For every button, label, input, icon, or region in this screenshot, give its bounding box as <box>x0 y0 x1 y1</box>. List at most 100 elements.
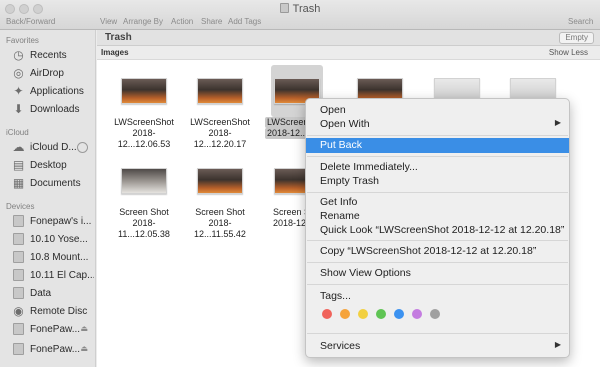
menu-item-delete-immediately[interactable]: Delete Immediately... <box>306 160 569 175</box>
file-thumbnail <box>194 159 246 201</box>
sidebar-item-el-capitan[interactable]: 10.11 El Cap... <box>12 268 94 284</box>
disk-icon <box>13 233 24 245</box>
file-item[interactable]: LWScreenShot 2018-12...12.20.17 <box>182 69 258 159</box>
airdrop-icon: ◎ <box>13 66 24 80</box>
sidebar-item-recents[interactable]: ◷ Recents <box>12 48 94 64</box>
menu-item-open-with[interactable]: Open With ▶ <box>306 117 569 132</box>
menu-item-label: Services <box>320 340 361 352</box>
menu-item-label: Put Back <box>320 139 363 151</box>
view-button[interactable]: View <box>100 17 117 26</box>
sidebar-item-label: Documents <box>30 178 81 189</box>
menu-item-label: Quick Look “LWScreenShot 2018-12-12 at 1… <box>320 224 565 236</box>
image-preview <box>197 168 243 194</box>
group-title: Images <box>101 48 129 57</box>
menu-separator <box>307 135 568 136</box>
folder-title: Trash <box>105 32 132 43</box>
menu-item-services[interactable]: Services ▶ <box>306 339 569 354</box>
menu-item-label: Show View Options <box>320 267 411 279</box>
icloud-header: iCloud <box>6 128 29 137</box>
sidebar-item-yosemite[interactable]: 10.10 Yose... <box>12 232 94 248</box>
menu-item-show-view-options[interactable]: Show View Options <box>306 266 569 281</box>
back-forward-button[interactable]: Back/Forward <box>6 17 55 26</box>
menu-item-put-back[interactable]: Put Back <box>306 138 569 153</box>
menu-separator <box>307 284 568 285</box>
sidebar-item-mountain-lion[interactable]: 10.8 Mount... <box>12 250 94 266</box>
disk-icon <box>13 343 24 355</box>
tag-red-button[interactable] <box>322 309 332 319</box>
sync-progress-icon <box>77 142 88 153</box>
sidebar-item-applications[interactable]: ✦ Applications <box>12 84 94 100</box>
submenu-arrow-icon: ▶ <box>554 340 561 349</box>
file-item[interactable]: Screen Shot 2018-11...12.05.38 <box>106 159 182 249</box>
sidebar-item-label: Downloads <box>30 104 80 115</box>
download-icon: ⬇ <box>13 102 24 116</box>
disk-icon <box>13 269 24 281</box>
window-title-text: Trash <box>292 3 321 15</box>
image-preview <box>121 168 167 194</box>
sidebar-item-label: Applications <box>30 86 84 97</box>
file-item[interactable]: LWScreenShot 2018-12...12.06.53 <box>106 69 182 159</box>
tag-orange-button[interactable] <box>340 309 350 319</box>
menu-item-copy[interactable]: Copy “LWScreenShot 2018-12-12 at 12.20.1… <box>306 244 569 259</box>
menu-item-get-info[interactable]: Get Info <box>306 195 569 210</box>
clock-icon: ◷ <box>13 48 24 62</box>
computer-icon <box>13 215 24 227</box>
disk-icon <box>13 251 24 263</box>
window-title: Trash <box>0 3 600 15</box>
disk-icon <box>13 323 24 335</box>
menu-separator <box>307 262 568 263</box>
group-header: Images Show Less <box>97 46 600 60</box>
menu-item-open[interactable]: Open <box>306 103 569 118</box>
sidebar-item-fonepaw-1[interactable]: FonePaw... ⏏ <box>12 322 94 338</box>
add-tags-button[interactable]: Add Tags <box>228 17 261 26</box>
context-menu: Open Open With ▶ Put Back Delete Immediat… <box>305 98 570 358</box>
file-name: LWScreenShot 2018-12...12.20.17 <box>182 117 258 150</box>
menu-item-tags[interactable]: Tags... <box>306 289 569 304</box>
action-button[interactable]: Action <box>171 17 193 26</box>
share-button[interactable]: Share <box>201 17 222 26</box>
tag-blue-button[interactable] <box>394 309 404 319</box>
sidebar-item-downloads[interactable]: ⬇ Downloads <box>12 102 94 118</box>
eject-icon[interactable]: ⏏ <box>80 324 88 333</box>
show-less-button[interactable]: Show Less <box>549 48 588 57</box>
eject-icon[interactable]: ⏏ <box>80 344 88 353</box>
sidebar-item-icloud-drive[interactable]: ☁ iCloud D... <box>12 140 94 156</box>
menu-item-rename[interactable]: Rename <box>306 209 569 224</box>
sidebar-item-remote-disc[interactable]: ◉ Remote Disc <box>12 304 94 320</box>
sidebar-item-data[interactable]: Data <box>12 286 94 302</box>
file-thumbnail <box>118 159 170 201</box>
submenu-arrow-icon: ▶ <box>554 118 561 127</box>
tag-yellow-button[interactable] <box>358 309 368 319</box>
sidebar-item-label: Data <box>30 288 52 299</box>
sidebar-item-documents[interactable]: ▦ Documents <box>12 176 94 192</box>
image-preview <box>197 78 243 104</box>
desktop-icon: ▤ <box>12 158 25 172</box>
sidebar-item-label: Fonepaw's i... <box>30 216 92 227</box>
empty-trash-button[interactable]: Empty <box>559 32 594 44</box>
tag-purple-button[interactable] <box>412 309 422 319</box>
sidebar-item-fonepaw-2[interactable]: FonePaw... ⏏ <box>12 342 94 358</box>
menu-separator <box>307 192 568 193</box>
file-name-line: 2018-12...11.55.42 <box>194 218 246 239</box>
file-item[interactable]: Screen Shot 2018-12...11.55.42 <box>182 159 258 249</box>
menu-item-quick-look[interactable]: Quick Look “LWScreenShot 2018-12-12 at 1… <box>306 223 569 238</box>
sidebar-item-desktop[interactable]: ▤ Desktop <box>12 158 94 174</box>
sidebar-item-label: Remote Disc <box>30 306 88 317</box>
tag-green-button[interactable] <box>376 309 386 319</box>
tag-gray-button[interactable] <box>430 309 440 319</box>
disc-icon: ◉ <box>13 304 24 318</box>
menu-item-empty-trash[interactable]: Empty Trash <box>306 174 569 189</box>
sidebar-item-computer[interactable]: Fonepaw's i... <box>12 214 94 230</box>
search-field[interactable]: Search <box>568 17 593 26</box>
file-thumbnail <box>194 69 246 111</box>
sidebar-item-airdrop[interactable]: ◎ AirDrop <box>12 66 94 82</box>
menu-item-label: Copy “LWScreenShot 2018-12-12 at 12.20.1… <box>320 245 537 257</box>
sidebar: Favorites ◷ Recents ◎ AirDrop ✦ Applicat… <box>0 30 96 367</box>
sidebar-item-label: FonePaw... <box>30 344 81 355</box>
arrange-by-button[interactable]: Arrange By <box>123 17 163 26</box>
sidebar-item-label: FonePaw... <box>30 324 81 335</box>
disk-icon <box>13 287 24 299</box>
menu-item-label: Empty Trash <box>320 175 379 187</box>
menu-separator <box>307 240 568 241</box>
file-name-line: 2018-12...12.06.53 <box>117 128 171 149</box>
